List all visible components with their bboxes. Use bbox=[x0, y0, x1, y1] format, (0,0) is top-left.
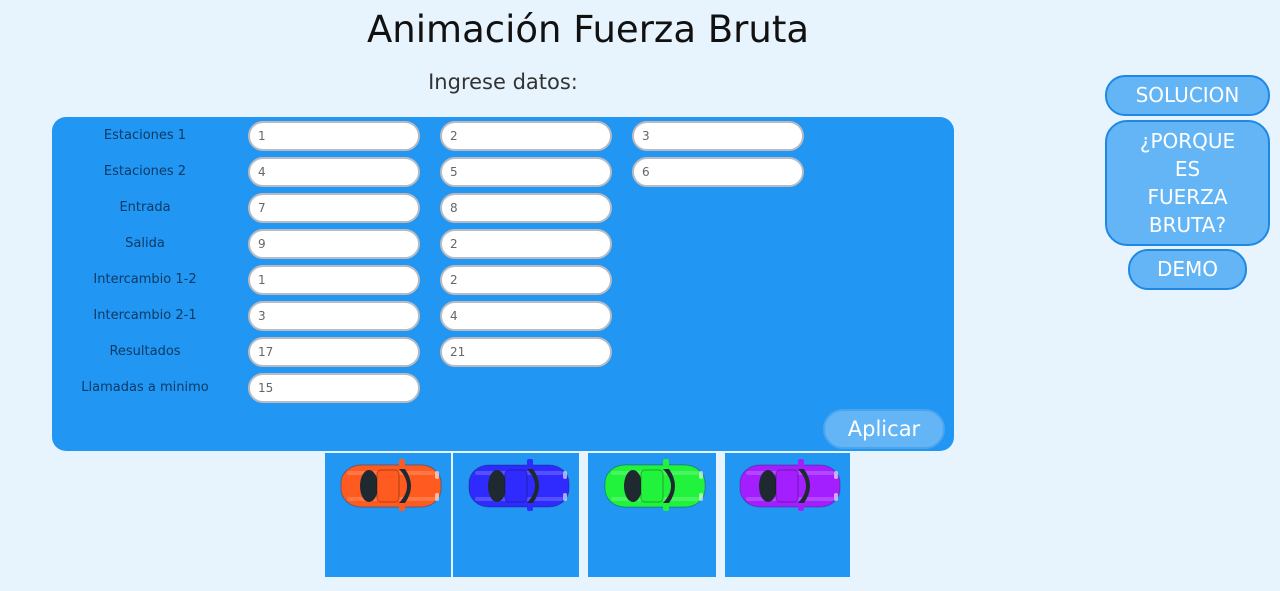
row-label: Intercambio 1-2 bbox=[93, 272, 197, 287]
row-label: Estaciones 1 bbox=[103, 128, 187, 143]
car-green-icon bbox=[604, 459, 706, 511]
solucion-button[interactable]: SOLUCION bbox=[1105, 75, 1270, 116]
porque-fuerza-bruta-button[interactable]: ¿PORQUE ES FUERZA BRUTA? bbox=[1105, 120, 1270, 246]
form-row: Estaciones 2 456 bbox=[52, 156, 954, 188]
input-field[interactable]: 2 bbox=[440, 121, 612, 151]
page-title: Animación Fuerza Bruta bbox=[367, 8, 809, 51]
row-label: Llamadas a minimo bbox=[81, 380, 209, 395]
demo-button[interactable]: DEMO bbox=[1128, 249, 1247, 290]
input-field[interactable]: 1 bbox=[248, 121, 420, 151]
row-label: Salida bbox=[125, 236, 165, 251]
car-tile bbox=[725, 453, 850, 577]
input-panel: Aplicar Estaciones 1 1 2 3 Estaciones 2 4 5 6 En… bbox=[52, 117, 954, 451]
apply-button[interactable]: Aplicar bbox=[823, 409, 945, 449]
form-row: Intercambio 1-2 1 2 bbox=[52, 264, 954, 296]
car-tile bbox=[325, 453, 451, 577]
input-field[interactable]: 2 bbox=[440, 229, 612, 259]
porque-line: BRUTA? bbox=[1148, 213, 1227, 237]
input-field[interactable]: 9 bbox=[248, 229, 420, 259]
car-orange-icon bbox=[340, 459, 442, 511]
input-field[interactable]: 2 bbox=[440, 265, 612, 295]
form-row: Llamadas a minimo 15 bbox=[52, 372, 954, 404]
row-label: Intercambio 2-1 bbox=[93, 308, 197, 323]
car-tile bbox=[588, 453, 716, 577]
form-row: Resultados 17 21 bbox=[52, 336, 954, 368]
input-field[interactable]: 4 bbox=[440, 301, 612, 331]
input-field[interactable]: 15 bbox=[248, 373, 420, 403]
input-field[interactable]: 3 bbox=[632, 121, 804, 151]
input-field[interactable]: 4 bbox=[248, 157, 420, 187]
input-field[interactable]: 17 bbox=[248, 337, 420, 367]
form-row: Salida 9 2 bbox=[52, 228, 954, 260]
form-row: Estaciones 1 123 bbox=[52, 120, 954, 152]
car-blue-icon bbox=[468, 459, 570, 511]
input-field[interactable]: 1 bbox=[248, 265, 420, 295]
car-tile bbox=[453, 453, 579, 577]
page-subtitle: Ingrese datos: bbox=[428, 70, 578, 94]
car-purple-icon bbox=[739, 459, 841, 511]
porque-line: ES bbox=[1174, 157, 1201, 181]
input-field[interactable]: 3 bbox=[248, 301, 420, 331]
porque-line: FUERZA bbox=[1147, 185, 1228, 209]
row-label: Estaciones 2 bbox=[103, 164, 187, 179]
input-field[interactable]: 5 bbox=[440, 157, 612, 187]
row-label: Entrada bbox=[119, 200, 171, 215]
input-field[interactable]: 8 bbox=[440, 193, 612, 223]
porque-line: ¿PORQUE bbox=[1139, 129, 1236, 153]
form-row: Entrada 7 8 bbox=[52, 192, 954, 224]
input-field[interactable]: 7 bbox=[248, 193, 420, 223]
input-field[interactable]: 21 bbox=[440, 337, 612, 367]
input-field[interactable]: 6 bbox=[632, 157, 804, 187]
row-label: Resultados bbox=[109, 344, 181, 359]
form-row: Intercambio 2-1 3 4 bbox=[52, 300, 954, 332]
